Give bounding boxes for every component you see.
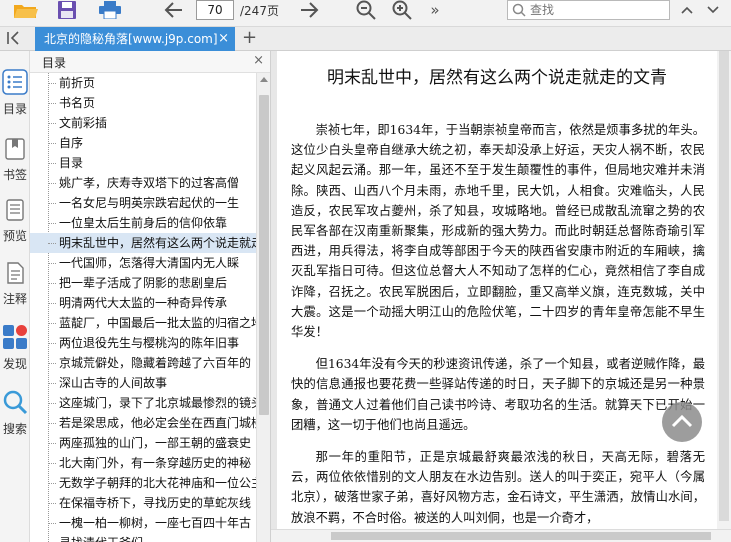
toc-item[interactable]: 深山古寺的人间故事 (30, 373, 256, 393)
toc-panel: 目录 × 前折页 书名页 文前彩插 自序 目录 姚广孝，庆寿寺双塔下的过客高僧 一名女尼与明… (30, 51, 271, 542)
page-total: /247页 (240, 4, 279, 18)
toc-item[interactable]: 北大南门外，有一条穿越历史的神秘 (30, 453, 256, 473)
tab-label: 北京的隐秘角落[www.j9p.com] (44, 32, 218, 46)
document-view: 明末乱世中，居然有这么两个说走就走的文青 崇祯七年，即1634年，于当朝崇祯皇帝… (271, 51, 731, 542)
sidebar-item-annotation[interactable]: 注释 (0, 261, 30, 307)
print-icon[interactable] (97, 0, 123, 20)
tab-document[interactable]: 北京的隐秘角落[www.j9p.com] × (35, 27, 235, 51)
toc-item[interactable]: 自序 (30, 133, 256, 153)
toc-item[interactable]: 两位退役先生与樱桃沟的陈年旧事 (30, 333, 256, 353)
document-vertical-scrollbar[interactable] (717, 51, 731, 529)
toc-item[interactable]: 明末乱世中，居然有这么两个说走就走的文青 (30, 233, 256, 253)
toc-item[interactable]: 寻找清代王爷们 (30, 533, 256, 542)
toc-item[interactable]: 这座城门，录下了北京城最惨烈的镜头 (30, 393, 256, 413)
toc-item[interactable]: 目录 (30, 153, 256, 173)
toc-list: 前折页 书名页 文前彩插 自序 目录 姚广孝，庆寿寺双塔下的过客高僧 一名女尼与明英宗跌宕起… (30, 73, 256, 542)
toc-item[interactable]: 一位皇太后生前身后的信仰依靠 (30, 213, 256, 233)
toc-header: 目录 × (30, 51, 270, 73)
document-scroll-thumb[interactable] (719, 51, 729, 521)
scroll-to-top-button[interactable] (662, 402, 702, 442)
add-tab-icon[interactable]: + (242, 28, 257, 48)
document-hscroll-thumb[interactable] (331, 532, 711, 540)
toc-item[interactable]: 一代国师，怎落得大清国内无人睬 (30, 253, 256, 273)
sidebar-label-preview: 预览 (2, 229, 27, 243)
annotation-icon (7, 262, 24, 284)
save-icon[interactable] (56, 0, 78, 20)
back-arrow-icon[interactable] (163, 0, 185, 20)
chapter-body: 崇祯七年，即1634年，于当朝崇祯皇帝而言，依然是烦事多扰的年头。这位少白头皇帝… (291, 120, 705, 529)
paragraph: 那一年的重阳节，正是京城最舒爽最浓浅的秋日，天高无际，碧落无云，两位依依惜别的文… (291, 450, 705, 525)
toc-scroll-thumb[interactable] (259, 95, 269, 415)
toc-item[interactable]: 把一辈子活成了阴影的悲剧皇后 (30, 273, 256, 293)
scroll-to-top-icon (671, 414, 693, 428)
toc-item[interactable]: 若是梁思成，他必定会坐在西直门城楼 (30, 413, 256, 433)
toc-item[interactable]: 前折页 (30, 73, 256, 93)
page-number-input[interactable] (196, 0, 234, 20)
toc-item[interactable]: 书名页 (30, 93, 256, 113)
toolbar: /247页 » (0, 0, 731, 27)
scroll-up-arrow-icon[interactable] (260, 77, 268, 82)
tab-bar: 北京的隐秘角落[www.j9p.com] × + (0, 27, 731, 51)
sidebar-item-toc[interactable]: 目录 (0, 69, 30, 117)
toc-item[interactable]: 在保福寺桥下，寻找历史的草蛇灰线 (30, 493, 256, 513)
toc-icon (2, 69, 28, 95)
toc-item[interactable]: 蓝靛厂，中国最后一批太监的归宿之地 (30, 313, 256, 333)
chevron-up-icon[interactable] (677, 0, 697, 20)
discover-icon (3, 325, 27, 349)
search-icon (512, 3, 526, 20)
preview-icon (6, 199, 24, 221)
paragraph: 崇祯七年，即1634年，于当朝崇祯皇帝而言，依然是烦事多扰的年头。这位少白头皇帝… (291, 123, 705, 340)
forward-arrow-icon[interactable] (298, 0, 320, 20)
sidebar-item-discover[interactable]: 发现 (0, 324, 30, 372)
sidebar-label-discover: 发现 (2, 357, 27, 371)
sidebar-label-annotation: 注释 (2, 292, 27, 306)
search-input[interactable] (530, 2, 665, 18)
collapse-panel-icon[interactable] (6, 30, 22, 50)
toc-item[interactable]: 一槐一柏一柳树，一座七百四十年古 (30, 513, 256, 533)
zoom-out-icon[interactable] (355, 0, 377, 20)
sidebar-item-bookmark[interactable]: 书签 (0, 137, 30, 183)
search-box[interactable] (507, 0, 670, 20)
bookmark-icon (5, 138, 25, 160)
toc-title: 目录 (42, 56, 67, 70)
document-horizontal-scrollbar[interactable] (271, 529, 731, 542)
chevron-down-icon[interactable] (703, 0, 723, 20)
toc-item[interactable]: 两座孤独的山门，一部王朝的盛衰史 (30, 433, 256, 453)
toc-item[interactable]: 无数学子朝拜的北大花神庙和一位公主 (30, 473, 256, 493)
search-icon (3, 390, 28, 415)
sidebar-item-preview[interactable]: 预览 (0, 198, 30, 244)
sidebar-label-toc: 目录 (2, 102, 27, 116)
toc-scrollbar[interactable] (256, 73, 270, 542)
toc-item[interactable]: 京城荒僻处，隐藏着跨越了六百年的 (30, 353, 256, 373)
side-nav: 目录 书签 预览 注释 发现 搜索 (0, 51, 30, 542)
toc-item[interactable]: 明清两代大太监的一种奇异传承 (30, 293, 256, 313)
toc-item[interactable]: 姚广孝，庆寿寺双塔下的过客高僧 (30, 173, 256, 193)
document-page: 明末乱世中，居然有这么两个说走就走的文青 崇祯七年，即1634年，于当朝崇祯皇帝… (277, 51, 717, 529)
toc-item[interactable]: 一名女尼与明英宗跌宕起伏的一生 (30, 193, 256, 213)
sidebar-label-bookmark: 书签 (2, 168, 27, 182)
close-icon[interactable]: × (218, 27, 229, 51)
chapter-title: 明末乱世中，居然有这么两个说走就走的文青 (327, 68, 667, 88)
open-folder-icon[interactable] (12, 0, 40, 20)
more-icon[interactable]: » (428, 0, 442, 20)
sidebar-label-search: 搜索 (2, 422, 27, 436)
toc-item[interactable]: 文前彩插 (30, 113, 256, 133)
close-icon[interactable]: × (253, 53, 264, 68)
zoom-in-icon[interactable] (391, 0, 413, 20)
paragraph: 但1634年没有今天的秒速资讯传递，杀了一个知县，或者逆贼作降，最快的信息通报也… (291, 357, 705, 432)
sidebar-item-search[interactable]: 搜索 (0, 389, 30, 437)
